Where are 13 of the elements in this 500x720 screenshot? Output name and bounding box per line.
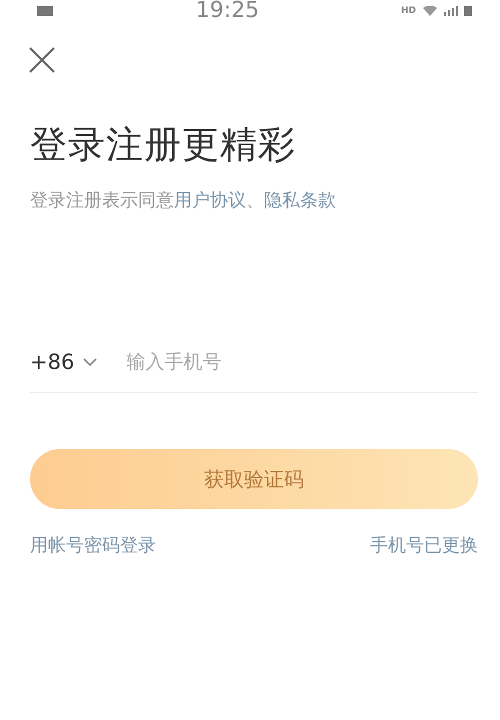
- page-title: 登录注册更精彩: [30, 122, 297, 168]
- battery-icon: [464, 6, 472, 16]
- login-option-link[interactable]: 手机号已更换: [370, 533, 478, 557]
- chevron-down-icon: [82, 357, 98, 367]
- country-code-select[interactable]: +86: [30, 350, 98, 374]
- status-time: 19:25: [196, 0, 260, 22]
- signal-icon: [444, 6, 458, 16]
- network-label: HD: [400, 6, 416, 16]
- login-option-link[interactable]: 用帐号密码登录: [30, 533, 156, 557]
- agreement-link[interactable]: 用户协议: [174, 190, 246, 211]
- agreement-link[interactable]: 隐私条款: [264, 190, 336, 211]
- wifi-icon: [422, 6, 438, 16]
- agreement-text: 登录注册表示同意用户协议、隐私条款: [30, 189, 337, 212]
